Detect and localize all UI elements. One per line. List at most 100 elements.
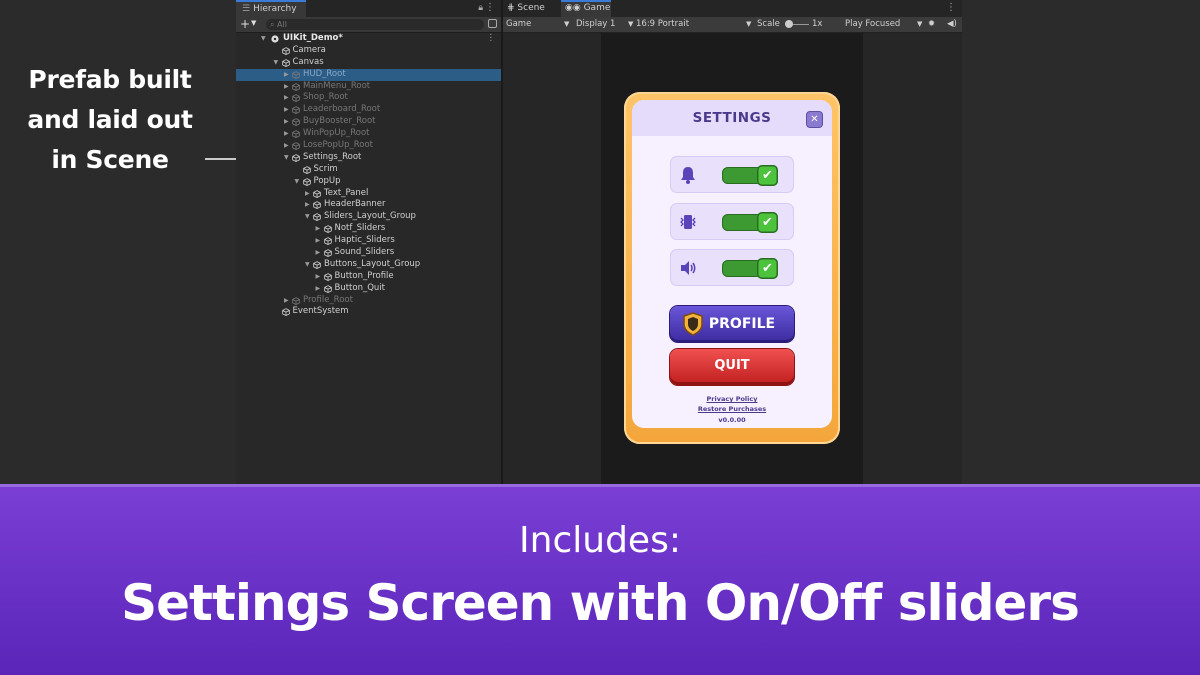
expand-arrow-icon[interactable]: ▼	[284, 152, 289, 164]
hierarchy-item[interactable]: ▶ Button_Profile	[236, 271, 501, 283]
collapse-arrow-icon[interactable]: ▶	[316, 247, 321, 259]
right-panel	[963, 0, 1200, 484]
lock-icon[interactable]: 🔒︎	[478, 3, 483, 13]
sound-toggle[interactable]: ✔	[722, 258, 778, 279]
aspect-dropdown[interactable]: 16:9 Portrait ▼	[636, 17, 751, 32]
add-button[interactable]: +	[240, 17, 250, 32]
quit-button[interactable]: QUIT	[670, 349, 794, 385]
collapse-arrow-icon[interactable]: ▶	[284, 128, 289, 140]
privacy-policy-link[interactable]: Privacy Policy	[624, 395, 840, 403]
hierarchy-item[interactable]: ▶ Profile_Root	[236, 295, 501, 307]
close-icon: ✕	[810, 114, 819, 125]
hierarchy-item-label: Haptic_Sliders	[334, 235, 395, 246]
expand-arrow-icon[interactable]: ▼	[305, 211, 310, 223]
hierarchy-item[interactable]: ▶ HeaderBanner	[236, 199, 501, 211]
hierarchy-item-label: Canvas	[292, 56, 324, 67]
collapse-arrow-icon[interactable]: ▶	[284, 92, 289, 104]
hierarchy-item[interactable]: ▼ Buttons_Layout_Group	[236, 259, 501, 271]
hierarchy-item[interactable]: ▼ Canvas	[236, 57, 501, 69]
letterbox-left	[503, 33, 601, 484]
expand-arrow-icon[interactable]: ▼	[305, 259, 310, 271]
collapse-arrow-icon[interactable]: ▶	[284, 104, 289, 116]
gameobject-cube-icon	[313, 201, 321, 210]
collapse-arrow-icon[interactable]: ▶	[316, 235, 321, 247]
hierarchy-item[interactable]: ▶ Shop_Root	[236, 92, 501, 104]
hierarchy-item[interactable]: ▼ Sliders_Layout_Group	[236, 211, 501, 223]
gameobject-cube-icon	[323, 249, 332, 257]
display-dropdown[interactable]: Display 1 ▼	[576, 17, 633, 32]
collapse-arrow-icon[interactable]: ▶	[305, 188, 310, 200]
collapse-arrow-icon[interactable]: ▶	[316, 283, 321, 295]
scene-visibility-icon[interactable]	[488, 19, 497, 28]
unity-scene-icon	[271, 35, 279, 43]
tab-scene[interactable]: ⋕ Scene	[503, 0, 561, 17]
hierarchy-item[interactable]: ▶ Text_Panel	[236, 188, 501, 200]
hierarchy-item-label: Button_Profile	[334, 270, 394, 281]
hierarchy-item[interactable]: Camera	[236, 45, 501, 57]
hierarchy-item-label: Button_Quit	[334, 282, 386, 293]
notification-toggle[interactable]: ✔	[722, 165, 778, 186]
profile-button-label: PROFILE	[708, 316, 776, 332]
check-icon: ✔	[757, 165, 778, 186]
scale-slider-handle[interactable]	[785, 20, 793, 28]
profile-button[interactable]: PROFILE	[670, 306, 794, 342]
collapse-arrow-icon[interactable]: ▶	[284, 140, 289, 152]
hierarchy-item[interactable]: ▶ Sound_Sliders	[236, 247, 501, 259]
haptic-toggle[interactable]: ✔	[722, 212, 778, 233]
gameobject-cube-icon	[292, 142, 300, 150]
tab-game[interactable]: ◉◉ Game	[561, 0, 611, 17]
hierarchy-item[interactable]: ▶ LosePopUp_Root	[236, 140, 501, 152]
mode-dropdown[interactable]: Game ▼	[506, 17, 569, 32]
play-mode-dropdown[interactable]: Play Focused ▼	[845, 17, 923, 32]
kebab-menu-icon[interactable]: ⋮	[487, 33, 496, 45]
hierarchy-item[interactable]: EventSystem	[236, 306, 501, 318]
hierarchy-item[interactable]: ▶ WinPopUp_Root	[236, 128, 501, 140]
expand-arrow-icon[interactable]: ▼	[261, 33, 266, 45]
hierarchy-item[interactable]: ▶ Haptic_Sliders	[236, 235, 501, 247]
kebab-menu-icon[interactable]: ⋮	[946, 2, 956, 13]
scene-root-row[interactable]: ▼ UIKit_Demo* ⋮	[236, 33, 501, 45]
hierarchy-item[interactable]: ▶ HUD_Root	[236, 68, 501, 81]
hierarchy-item[interactable]: ▶ Button_Quit	[236, 283, 501, 295]
gameobject-cube-icon	[313, 261, 321, 269]
gameobject-cube-icon	[313, 189, 321, 198]
hierarchy-item-label: BuyBooster_Root	[303, 116, 376, 127]
scene-name: UIKit_Demo*	[283, 33, 343, 43]
banner-headline: Settings Screen with On/Off sliders	[121, 574, 1080, 632]
hierarchy-item[interactable]: ▶ Notf_Sliders	[236, 223, 501, 235]
collapse-arrow-icon[interactable]: ▶	[284, 295, 289, 307]
hierarchy-item-label: Camera	[292, 44, 326, 55]
collapse-arrow-icon[interactable]: ▶	[284, 69, 289, 81]
kebab-menu-icon[interactable]: ⋮	[485, 2, 495, 13]
hierarchy-item-label: Buttons_Layout_Group	[324, 258, 421, 269]
bell-icon	[681, 167, 695, 184]
display-value: Display 1	[576, 19, 616, 29]
collapse-arrow-icon[interactable]: ▶	[284, 116, 289, 128]
hierarchy-item-label: MainMenu_Root	[303, 80, 371, 91]
expand-arrow-icon[interactable]: ▼	[274, 57, 279, 69]
tab-hierarchy[interactable]: ☰ Hierarchy	[236, 0, 306, 17]
hierarchy-item-label: LosePopUp_Root	[303, 140, 373, 151]
collapse-arrow-icon[interactable]: ▶	[284, 81, 289, 93]
collapse-arrow-icon[interactable]: ▶	[316, 223, 321, 235]
collapse-arrow-icon[interactable]: ▶	[316, 271, 321, 283]
hierarchy-item[interactable]: Scrim	[236, 164, 501, 176]
gameobject-cube-icon	[292, 70, 300, 79]
restore-purchases-link[interactable]: Restore Purchases	[624, 405, 840, 413]
search-input[interactable]: ⌕ All	[266, 19, 484, 30]
close-button[interactable]: ✕	[806, 111, 823, 128]
hierarchy-item[interactable]: ▶ BuyBooster_Root	[236, 116, 501, 128]
collapse-arrow-icon[interactable]: ▶	[305, 199, 310, 211]
hierarchy-item[interactable]: ▶ Leaderboard_Root	[236, 104, 501, 116]
chevron-down-icon[interactable]: ▼	[251, 19, 256, 27]
hierarchy-item[interactable]: ▼ Settings_Root	[236, 152, 501, 164]
haptic-toggle-row: ✔	[670, 203, 794, 240]
expand-arrow-icon[interactable]: ▼	[295, 176, 300, 188]
hierarchy-item-label: Shop_Root	[303, 92, 348, 103]
hierarchy-item[interactable]: ▼ PopUp	[236, 176, 501, 188]
bug-icon[interactable]: ✹	[928, 17, 935, 32]
audio-icon[interactable]: ◀︎)	[947, 17, 957, 32]
gameobject-cube-icon	[323, 225, 332, 234]
hierarchy-item-label: Profile_Root	[303, 294, 353, 305]
hierarchy-item[interactable]: ▶ MainMenu_Root	[236, 81, 501, 93]
